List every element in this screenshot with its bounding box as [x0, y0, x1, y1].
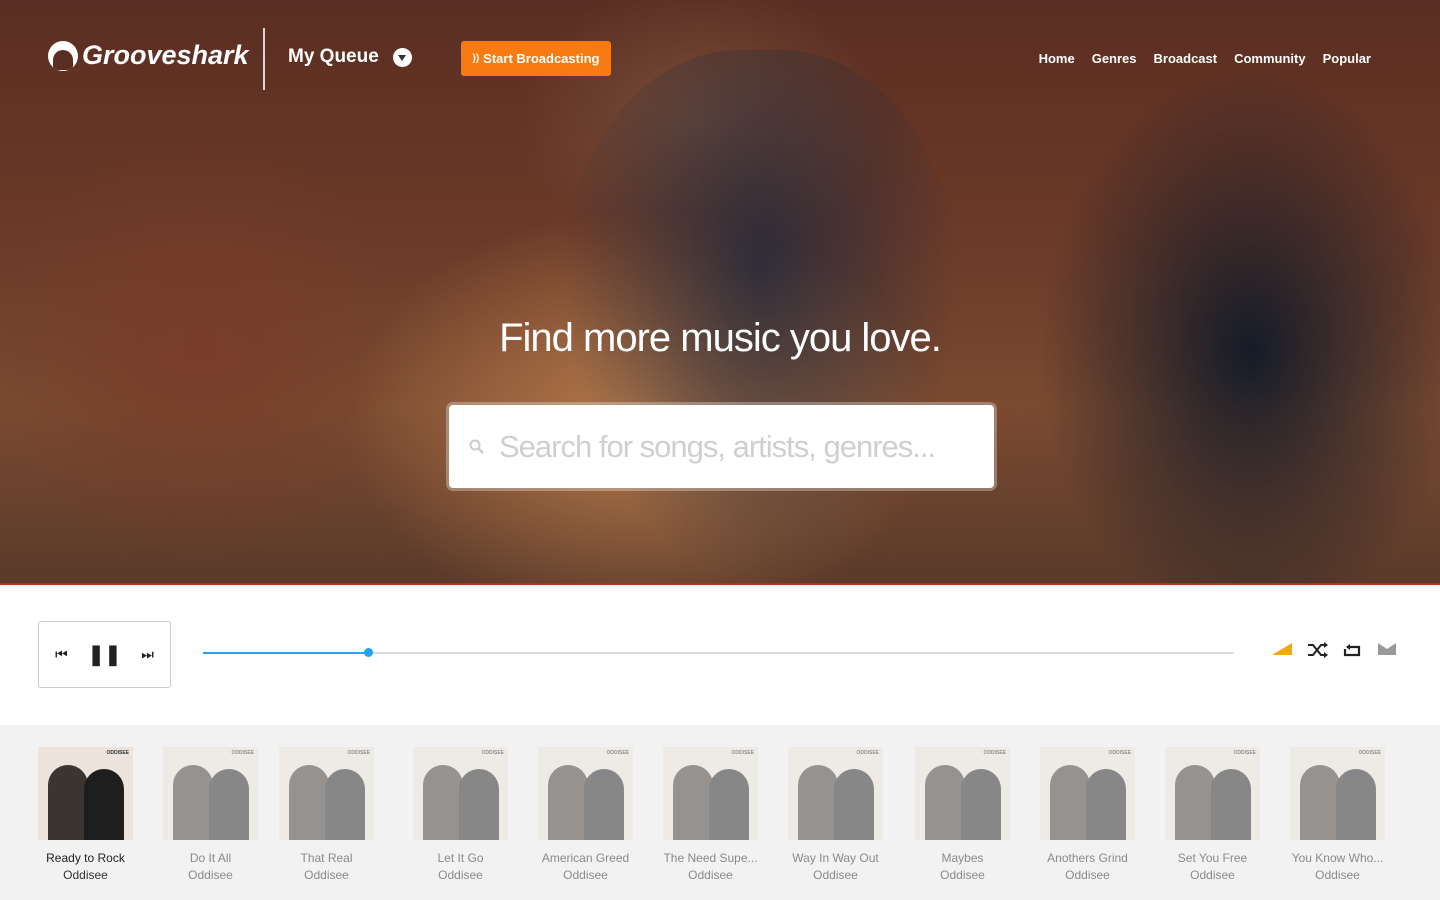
song-title: Maybes: [941, 851, 984, 865]
previous-icon[interactable]: ⏮: [55, 646, 68, 663]
rss-icon: )): [472, 53, 480, 64]
nav-broadcast[interactable]: Broadcast: [1154, 51, 1218, 66]
song-title: Set You Free: [1177, 851, 1248, 865]
crossfade-icon[interactable]: [1378, 643, 1396, 655]
queue-item[interactable]: ODDISEE Let It Go Oddisee: [398, 747, 523, 882]
album-art-title: ODDISEE: [606, 750, 629, 756]
album-art: ODDISEE: [663, 747, 758, 840]
queue-item[interactable]: ODDISEE That Real Oddisee: [264, 747, 389, 882]
song-title: That Real: [300, 851, 353, 865]
artist-name: Oddisee: [63, 868, 108, 882]
divider: [263, 28, 265, 90]
queue-item[interactable]: ODDISEE Way In Way Out Oddisee: [773, 747, 898, 882]
tagline: Find more music you love.: [499, 316, 942, 360]
album-art-title: ODDISEE: [106, 750, 129, 756]
song-title: Way In Way Out: [792, 851, 879, 865]
artist-name: Oddisee: [563, 868, 608, 882]
album-art: ODDISEE: [788, 747, 883, 840]
album-art-title: ODDISEE: [1233, 750, 1256, 756]
search-box[interactable]: [449, 405, 994, 488]
volume-icon[interactable]: [1272, 643, 1292, 655]
album-art-title: ODDISEE: [731, 750, 754, 756]
broadcast-label: Start Broadcasting: [483, 51, 600, 66]
artist-name: Oddisee: [1190, 868, 1235, 882]
nav-genres[interactable]: Genres: [1092, 51, 1137, 66]
artist-name: Oddisee: [304, 868, 349, 882]
artist-name: Oddisee: [688, 868, 733, 882]
song-title: You Know Who...: [1291, 851, 1384, 865]
chevron-down-icon: [392, 47, 412, 67]
song-title: Anothers Grind: [1047, 851, 1128, 865]
shuffle-icon[interactable]: [1307, 642, 1329, 658]
song-title: Do It All: [189, 851, 232, 865]
album-art-title: ODDISEE: [1108, 750, 1131, 756]
album-art-title: ODDISEE: [481, 750, 504, 756]
album-art: ODDISEE: [163, 747, 258, 840]
album-art-title: ODDISEE: [231, 750, 254, 756]
search-input[interactable]: [499, 428, 969, 465]
song-title: American Greed: [541, 851, 630, 865]
player-bar: ⏮ ❚❚ ⏭: [0, 587, 1440, 725]
artist-name: Oddisee: [438, 868, 483, 882]
artist-name: Oddisee: [188, 868, 233, 882]
song-title: Ready to Rock: [46, 851, 125, 865]
album-art: ODDISEE: [1165, 747, 1260, 840]
queue-item[interactable]: ODDISEE Anothers Grind Oddisee: [1025, 747, 1150, 882]
pause-icon[interactable]: ❚❚: [88, 642, 122, 667]
repeat-icon[interactable]: [1342, 644, 1362, 658]
album-art: ODDISEE: [1040, 747, 1135, 840]
album-art-title: ODDISEE: [983, 750, 1006, 756]
queue-item[interactable]: ODDISEE Ready to Rock Oddisee: [23, 747, 148, 882]
queue-strip: ODDISEE Ready to Rock Oddisee ODDISEE Do …: [0, 725, 1440, 900]
artist-name: Oddisee: [813, 868, 858, 882]
queue-label: My Queue: [288, 46, 379, 67]
album-art-title: ODDISEE: [856, 750, 879, 756]
album-art-title: ODDISEE: [347, 750, 370, 756]
queue-item[interactable]: ODDISEE Do It All Oddisee: [148, 747, 273, 882]
nav-home[interactable]: Home: [1039, 51, 1075, 66]
artist-name: Oddisee: [940, 868, 985, 882]
queue-item[interactable]: ODDISEE You Know Who... Oddisee: [1275, 747, 1400, 882]
my-queue-dropdown[interactable]: My Queue: [288, 46, 412, 68]
start-broadcasting-button[interactable]: )) Start Broadcasting: [461, 41, 611, 76]
logo-text: Grooveshark: [82, 40, 249, 70]
main-nav: Home Genres Broadcast Community Popular: [1039, 51, 1371, 66]
next-icon[interactable]: ⏭: [141, 646, 154, 663]
artist-name: Oddisee: [1065, 868, 1110, 882]
progress-fill: [203, 652, 368, 654]
progress-handle[interactable]: [363, 648, 373, 657]
grooveshark-logo-icon: [48, 40, 78, 71]
nav-popular[interactable]: Popular: [1323, 51, 1371, 66]
logo[interactable]: Grooveshark: [48, 40, 249, 71]
queue-item[interactable]: ODDISEE American Greed Oddisee: [523, 747, 648, 882]
album-art: ODDISEE: [538, 747, 633, 840]
queue-item[interactable]: ODDISEE Maybes Oddisee: [900, 747, 1025, 882]
album-art: ODDISEE: [1290, 747, 1385, 840]
playback-controls: ⏮ ❚❚ ⏭: [38, 621, 171, 688]
album-art: ODDISEE: [413, 747, 508, 840]
queue-item[interactable]: ODDISEE The Need Supe... Oddisee: [648, 747, 773, 882]
hero-banner: Grooveshark My Queue )) Start Broadcastin…: [0, 0, 1440, 585]
artist-name: Oddisee: [1315, 868, 1360, 882]
progress-slider[interactable]: [203, 648, 1234, 657]
album-art: ODDISEE: [915, 747, 1010, 840]
album-art: ODDISEE: [279, 747, 374, 840]
song-title: Let It Go: [437, 851, 484, 865]
album-art-title: ODDISEE: [1358, 750, 1381, 756]
nav-community[interactable]: Community: [1234, 51, 1306, 66]
search-icon: [469, 439, 484, 454]
album-art: ODDISEE: [38, 747, 133, 840]
queue-item[interactable]: ODDISEE Set You Free Oddisee: [1150, 747, 1275, 882]
song-title: The Need Supe...: [663, 851, 758, 865]
